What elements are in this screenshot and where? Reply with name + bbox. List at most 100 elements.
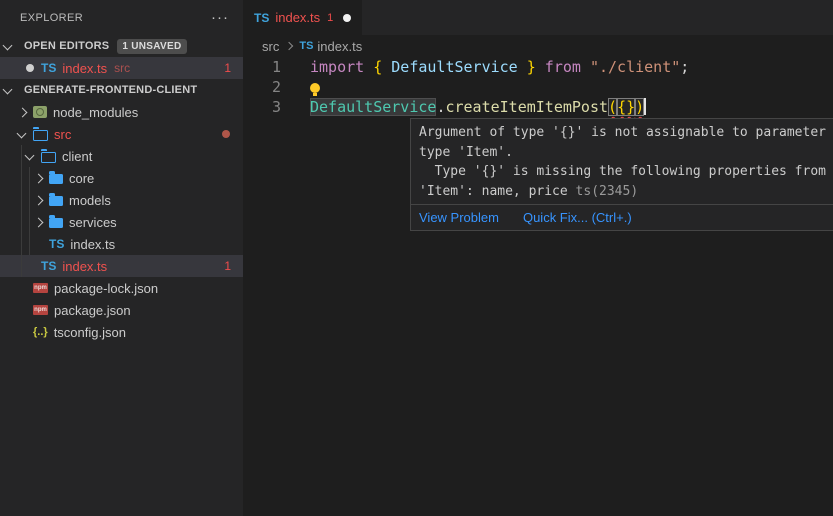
breadcrumb-src[interactable]: src xyxy=(262,39,279,54)
file-label: node_modules xyxy=(53,105,138,120)
file-label: src xyxy=(54,127,71,142)
file-label: index.ts xyxy=(62,61,107,76)
json-config-icon: {..} xyxy=(33,326,48,338)
text-cursor xyxy=(644,98,646,115)
code-token: from xyxy=(536,58,590,76)
breadcrumb: src TS index.ts xyxy=(243,35,833,57)
file-label: tsconfig.json xyxy=(54,325,126,340)
hover-message: Argument of type '{}' is not assignable … xyxy=(411,119,833,204)
npm-icon: npm xyxy=(33,283,48,293)
file-label: package.json xyxy=(54,303,131,318)
typescript-icon: TS xyxy=(299,40,313,52)
file-label: models xyxy=(69,193,111,208)
workspace-label: GENERATE-FRONTEND-CLIENT xyxy=(24,84,197,96)
line-number: 1 xyxy=(243,57,281,77)
error-squiggle-token: {} xyxy=(617,98,635,116)
line-content xyxy=(310,77,320,97)
tree-item-package-json[interactable]: npmpackage.json xyxy=(0,299,243,321)
hover-message-line: 'Item': name, price ts(2345) xyxy=(419,182,833,202)
breadcrumb-file[interactable]: index.ts xyxy=(317,39,362,54)
code-token: } xyxy=(518,58,536,76)
node-modules-folder-icon xyxy=(33,106,47,118)
hover-actions: View Problem Quick Fix... (Ctrl+.) xyxy=(411,204,833,230)
folder-open-icon xyxy=(41,152,56,163)
typescript-icon: TS xyxy=(254,11,269,25)
tree-item-src[interactable]: src xyxy=(0,123,243,145)
tree-item-client[interactable]: client xyxy=(0,145,243,167)
open-editor-item-index-ts[interactable]: TS index.ts src 1 xyxy=(0,57,243,79)
chevron-down-icon[interactable] xyxy=(26,154,41,159)
indent-guide xyxy=(21,145,22,277)
explorer-sidebar: EXPLORER ··· OPEN EDITORS 1 UNSAVED TS i… xyxy=(0,0,243,516)
file-label: package-lock.json xyxy=(54,281,158,296)
editor-area: TS index.ts 1 src TS index.ts 1 import { … xyxy=(243,0,833,516)
tree-item-core[interactable]: core xyxy=(0,167,243,189)
chevron-down-icon xyxy=(4,88,19,93)
unsaved-dot-icon[interactable] xyxy=(343,14,351,22)
chevron-down-icon[interactable] xyxy=(18,132,33,137)
file-tree: node_modulessrcclientcoremodelsservicesT… xyxy=(0,101,243,343)
indent-guide xyxy=(29,167,30,255)
code-token: ( xyxy=(608,98,617,116)
typescript-icon: TS xyxy=(41,259,56,273)
problems-badge: 1 xyxy=(224,61,231,75)
unsaved-badge: 1 UNSAVED xyxy=(117,39,186,54)
folder-icon xyxy=(49,218,63,228)
chevron-right-icon[interactable] xyxy=(34,197,49,204)
problems-badge: 1 xyxy=(224,259,231,273)
error-hover: Argument of type '{}' is not assignable … xyxy=(410,118,833,231)
chevron-right-icon[interactable] xyxy=(34,175,49,182)
quick-fix-link[interactable]: Quick Fix... (Ctrl+.) xyxy=(523,210,632,225)
line-number: 2 xyxy=(243,77,281,97)
file-path-hint: src xyxy=(114,61,130,75)
vscode-window: EXPLORER ··· OPEN EDITORS 1 UNSAVED TS i… xyxy=(0,0,833,516)
hover-message-line: type 'Item'. xyxy=(419,143,833,163)
lightbulb-icon[interactable] xyxy=(310,83,320,93)
code-token: ; xyxy=(680,58,689,76)
code-token: "./client" xyxy=(590,58,680,76)
typescript-icon: TS xyxy=(41,61,56,75)
code-editor[interactable]: 1 import { DefaultService } from "./clien… xyxy=(243,57,833,117)
code-token: import xyxy=(310,58,373,76)
view-problem-link[interactable]: View Problem xyxy=(419,210,499,225)
tree-item-index-ts[interactable]: TS index.ts 1 xyxy=(0,255,243,277)
hover-message-line: Type '{}' is missing the following prope… xyxy=(419,162,833,182)
tree-item-package-lock-json[interactable]: npm package-lock.json xyxy=(0,277,243,299)
line-content: DefaultService.createItemItemPost({}) xyxy=(310,97,646,117)
modified-dot-icon xyxy=(26,64,34,72)
chevron-right-icon[interactable] xyxy=(34,219,49,226)
tree-item-node-modules[interactable]: node_modules xyxy=(0,101,243,123)
hover-message-line: Argument of type '{}' is not assignable … xyxy=(419,123,833,143)
explorer-title: EXPLORER xyxy=(20,12,83,24)
tree-item-services[interactable]: services xyxy=(0,211,243,233)
code-token: createItemItemPost xyxy=(445,98,608,116)
error-dot-icon xyxy=(222,130,230,138)
tree-item-models[interactable]: models xyxy=(0,189,243,211)
code-line-2: 2 xyxy=(243,77,833,97)
file-label: core xyxy=(69,171,94,186)
chevron-right-icon[interactable] xyxy=(18,109,33,116)
folder-icon xyxy=(49,174,63,184)
open-editors-header[interactable]: OPEN EDITORS 1 UNSAVED xyxy=(0,35,243,57)
chevron-right-icon xyxy=(285,42,293,50)
tree-item-tsconfig-json[interactable]: {..} tsconfig.json xyxy=(0,321,243,343)
workspace-header[interactable]: GENERATE-FRONTEND-CLIENT xyxy=(0,79,243,101)
tab-label: index.ts xyxy=(275,10,320,25)
folder-icon xyxy=(49,196,63,206)
file-label: index.ts xyxy=(70,237,115,252)
more-actions-icon[interactable]: ··· xyxy=(211,9,229,26)
open-editors-label: OPEN EDITORS xyxy=(24,40,109,52)
tab-problems-badge: 1 xyxy=(327,12,333,24)
folder-open-icon xyxy=(33,130,48,141)
line-content: import { DefaultService } from "./client… xyxy=(310,57,689,77)
code-token: { xyxy=(373,58,391,76)
tab-index-ts[interactable]: TS index.ts 1 xyxy=(243,0,362,35)
file-label: client xyxy=(62,149,92,164)
line-number: 3 xyxy=(243,97,281,117)
tree-item-index-ts[interactable]: TSindex.ts xyxy=(0,233,243,255)
code-token: ) xyxy=(635,98,644,116)
code-line-1: 1 import { DefaultService } from "./clien… xyxy=(243,57,833,77)
file-label: index.ts xyxy=(62,259,107,274)
tab-bar: TS index.ts 1 xyxy=(243,0,833,35)
code-token: DefaultService xyxy=(391,58,517,76)
